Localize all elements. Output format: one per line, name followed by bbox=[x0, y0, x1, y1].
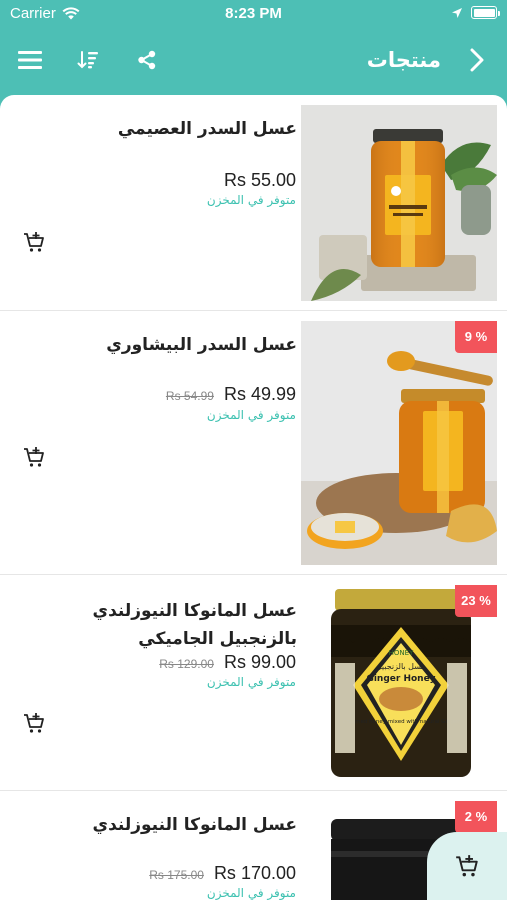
stock-status: متوفر في المخزن bbox=[206, 193, 296, 207]
product-price: Rs 55.00 bbox=[223, 170, 296, 190]
product-list: عسل السدر العصيمي Rs 55.00 متوفر في المخ… bbox=[0, 95, 507, 900]
product-price: Rs 99.00 bbox=[223, 652, 296, 672]
add-to-cart-icon bbox=[24, 232, 44, 252]
page-title: منتجات bbox=[366, 48, 441, 72]
price-row: Rs 54.99 Rs 49.99 bbox=[166, 384, 296, 405]
product-name[interactable]: عسل السدر البيشاوري bbox=[17, 331, 297, 359]
honey-jar-image bbox=[301, 321, 497, 565]
add-to-cart-icon bbox=[24, 713, 44, 733]
jar-arabic-name: عسل بالزنجبيل bbox=[376, 662, 426, 671]
share-button[interactable] bbox=[131, 44, 163, 76]
original-price: Rs 129.00 bbox=[159, 657, 214, 671]
product-card[interactable]: 9 % عسل السدر البيشاوري Rs 54.99 Rs 49.9… bbox=[0, 311, 507, 575]
location-arrow-icon bbox=[452, 7, 462, 18]
add-to-cart-icon bbox=[456, 855, 478, 877]
discount-badge: 23 % bbox=[455, 585, 497, 617]
original-price: Rs 54.99 bbox=[165, 389, 214, 403]
status-bar: Carrier 8:23 PM bbox=[0, 0, 507, 30]
sort-icon bbox=[77, 51, 98, 69]
stock-status: متوفر في المخزن bbox=[206, 675, 296, 689]
product-name[interactable]: عسل المانوكا النيوزلندي bbox=[17, 811, 297, 839]
product-price: Rs 49.99 bbox=[223, 384, 296, 404]
jar-brand-text: HONEY bbox=[389, 649, 414, 657]
product-price: Rs 170.00 bbox=[213, 863, 296, 883]
nav-bar: منتجات bbox=[0, 30, 507, 92]
original-price: Rs 175.00 bbox=[149, 868, 204, 882]
price-row: Rs 55.00 bbox=[224, 170, 296, 191]
add-to-cart-button[interactable] bbox=[22, 711, 48, 737]
clock: 8:23 PM bbox=[225, 5, 282, 22]
add-to-cart-button[interactable] bbox=[22, 445, 48, 471]
product-image[interactable] bbox=[301, 321, 497, 565]
menu-button[interactable] bbox=[14, 44, 46, 76]
battery-icon bbox=[471, 6, 500, 19]
back-button[interactable] bbox=[461, 44, 493, 76]
product-name[interactable]: عسل المانوكا النيوزلندي بالزنجبيل الجامي… bbox=[17, 597, 297, 653]
discount-badge: 2 % bbox=[455, 801, 497, 833]
sort-button[interactable] bbox=[72, 44, 104, 76]
jar-english-name: Ginger Honey bbox=[366, 674, 435, 684]
chevron-right-icon bbox=[470, 48, 484, 72]
product-card[interactable]: HONEY عسل بالزنجبيل Ginger Honey Creamed… bbox=[0, 575, 507, 791]
product-image[interactable] bbox=[301, 105, 497, 301]
price-row: Rs 175.00 Rs 170.00 bbox=[149, 863, 296, 884]
add-to-cart-icon bbox=[24, 447, 44, 467]
product-card[interactable]: عسل السدر العصيمي Rs 55.00 متوفر في المخ… bbox=[0, 95, 507, 311]
hamburger-menu-icon bbox=[18, 51, 42, 69]
stock-status: متوفر في المخزن bbox=[206, 408, 296, 422]
discount-badge: 9 % bbox=[455, 321, 497, 353]
honey-jar-image bbox=[301, 105, 497, 301]
share-icon bbox=[138, 50, 156, 70]
price-row: Rs 129.00 Rs 99.00 bbox=[159, 652, 296, 673]
add-to-cart-button[interactable] bbox=[22, 230, 48, 256]
product-name[interactable]: عسل السدر العصيمي bbox=[17, 115, 297, 143]
floating-cart-button[interactable] bbox=[427, 832, 507, 900]
stock-status: متوفر في المخزن bbox=[206, 886, 296, 900]
jar-description: Creamed honey mixed with natural Ginger bbox=[342, 719, 460, 725]
